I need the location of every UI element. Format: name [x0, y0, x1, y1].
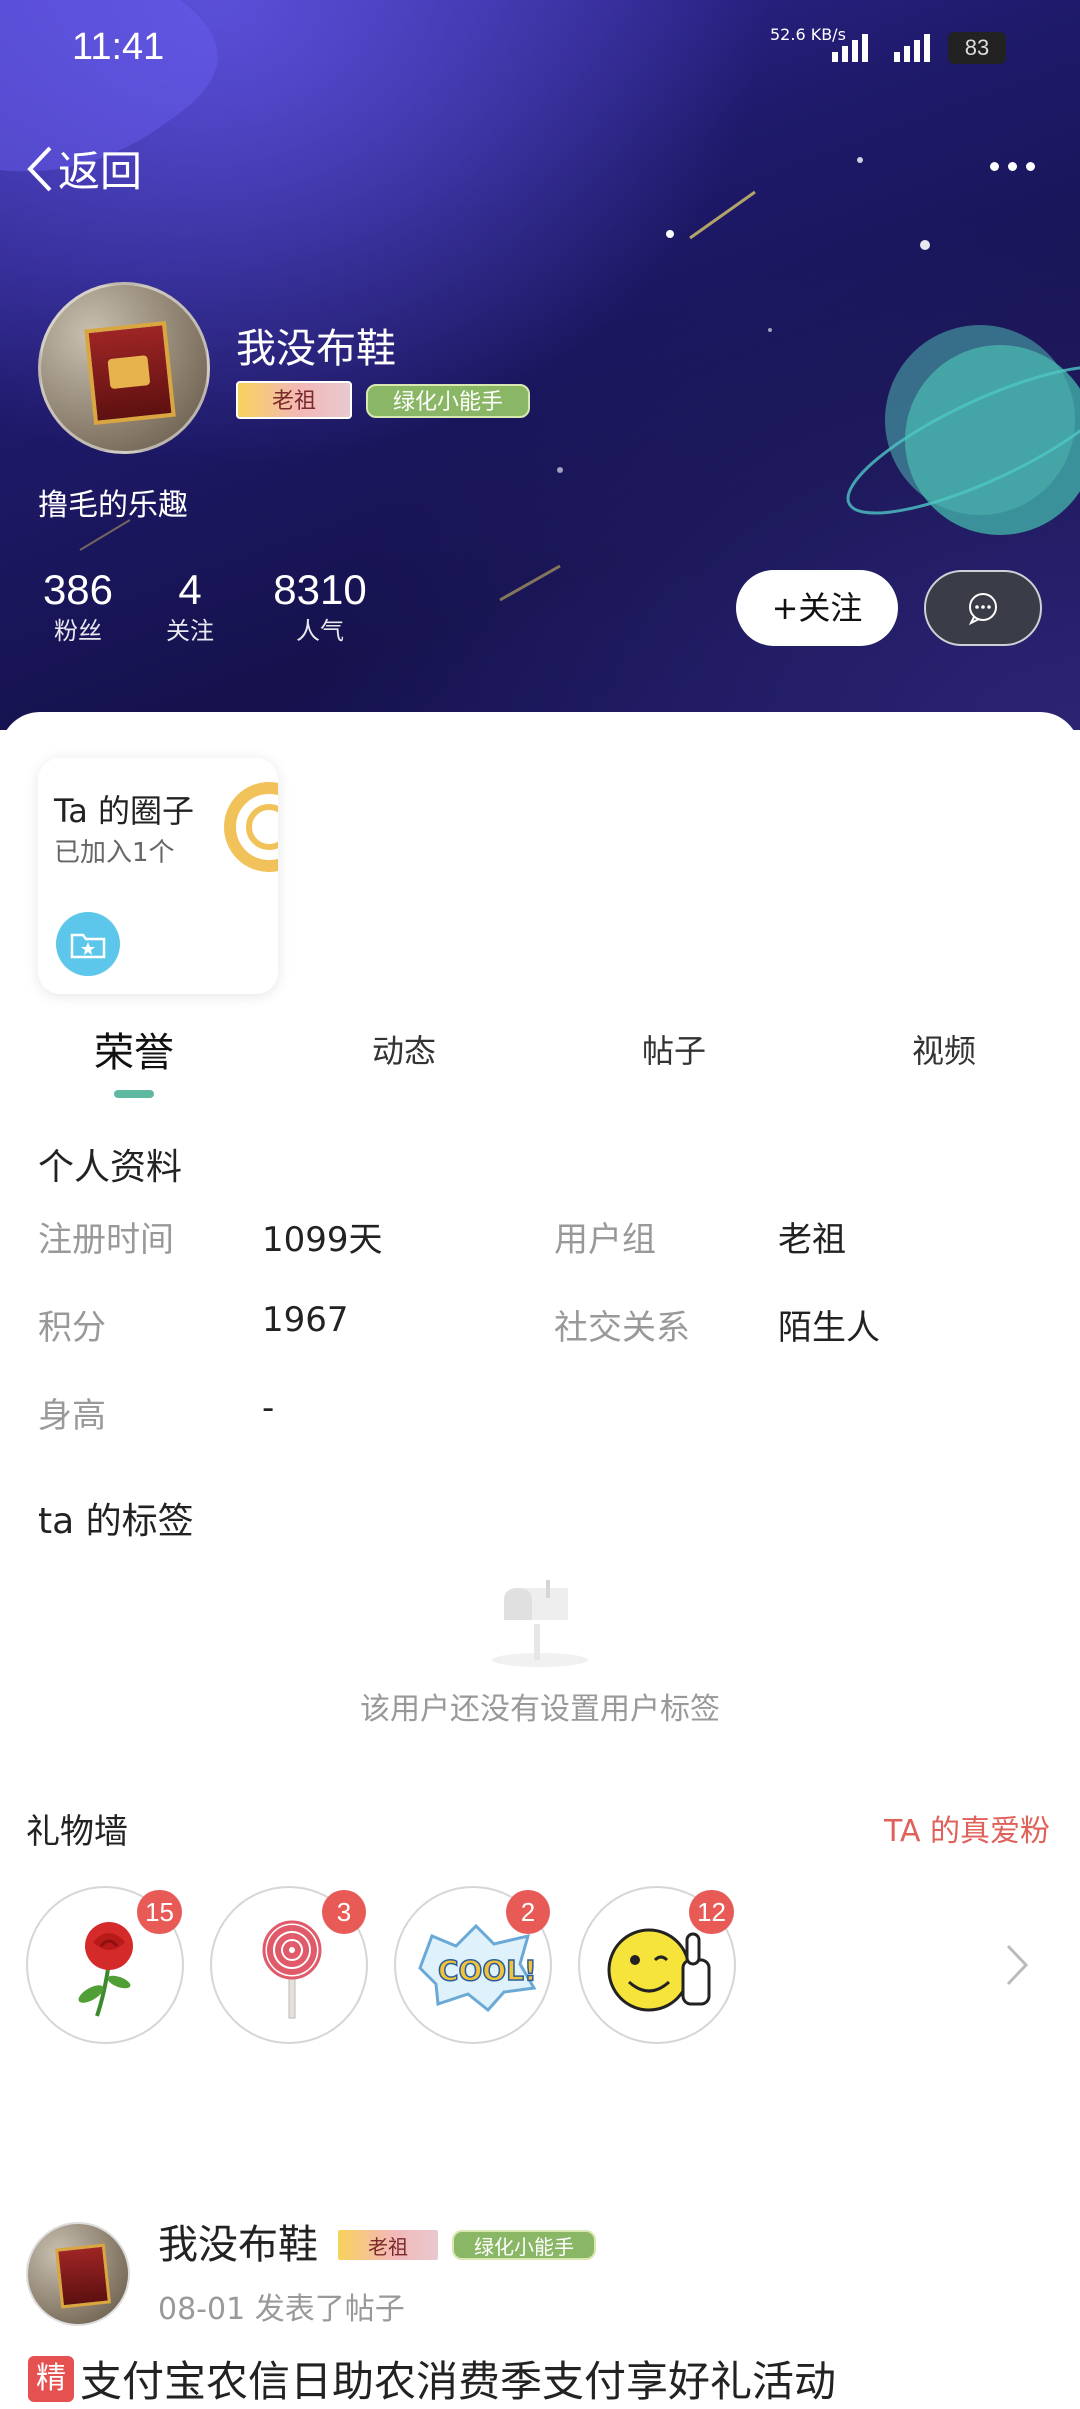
green-helper-badge: 绿化小能手: [366, 384, 530, 418]
stat-value: 386: [42, 566, 114, 613]
user-bio: 撸毛的乐趣: [38, 488, 188, 523]
stat-popularity: 8310 人气: [270, 566, 370, 648]
stat-label: 关注: [166, 617, 214, 645]
cool-sticker-icon: COOL!: [418, 1923, 538, 2012]
info-value: 陌生人: [778, 1308, 880, 1348]
signal-icon: [832, 34, 930, 62]
profile-content: Ta 的圈子 已加入1个 荣誉 动态 帖子 视频 个人资料 注册时间 1099天…: [0, 712, 1080, 2406]
gift-count: 3: [322, 1890, 366, 1934]
active-tab-indicator: [114, 1090, 154, 1098]
status-time: 11:41: [72, 26, 165, 68]
message-button[interactable]: [924, 570, 1042, 646]
stat-value: 4: [178, 566, 202, 613]
stat-fans[interactable]: 386 粉丝: [38, 566, 118, 648]
tab-honor[interactable]: 荣誉: [94, 1020, 174, 1078]
stat-label: 粉丝: [54, 617, 102, 645]
gift-wall-title: 礼物墙: [26, 1812, 128, 1852]
chevron-right-icon[interactable]: [1000, 1940, 1030, 1990]
back-button[interactable]: 返回: [24, 138, 142, 199]
more-menu-button[interactable]: [990, 148, 1050, 184]
status-bar: 11:41 52.6 KB/s 83: [0, 20, 1080, 80]
back-label: 返回: [58, 147, 143, 196]
stat-label: 人气: [296, 617, 344, 645]
tags-title: ta 的标签: [38, 1501, 194, 1542]
rank-badge: 老祖: [336, 2228, 440, 2262]
info-value: 老祖: [778, 1220, 846, 1260]
info-label: 积分: [38, 1308, 106, 1348]
gift-item[interactable]: 12: [578, 1886, 736, 2044]
lollipop-icon: [262, 1920, 322, 2019]
circle-card-subtitle: 已加入1个: [54, 838, 175, 868]
rose-icon: [78, 1922, 133, 2017]
featured-tag: 精: [28, 2355, 74, 2402]
post-meta: 08-01 发表了帖子: [158, 2292, 405, 2327]
info-label: 社交关系: [554, 1308, 690, 1348]
info-value: 1967: [262, 1300, 349, 1340]
post-author-avatar[interactable]: [26, 2222, 130, 2326]
gift-count: 15: [137, 1890, 182, 1934]
gift-item[interactable]: 15: [26, 1886, 184, 2044]
follow-button[interactable]: +关注: [736, 570, 898, 646]
info-label: 身高: [38, 1396, 106, 1436]
folder-star-icon: [56, 912, 120, 976]
svg-text:COOL!: COOL!: [438, 1954, 537, 1987]
chat-bubble-icon: [968, 593, 997, 625]
gift-count: 12: [689, 1890, 734, 1934]
personal-info-title: 个人资料: [38, 1147, 183, 1188]
info-label: 用户组: [554, 1220, 656, 1260]
battery-indicator: 83: [948, 32, 1006, 64]
stat-following[interactable]: 4 关注: [160, 566, 220, 648]
rank-badge: 老祖: [236, 381, 352, 419]
profile-header-background: 11:41 52.6 KB/s 83 返回 我没布鞋 老祖 绿化小能手 撸毛的乐…: [0, 0, 1080, 730]
tab-posts[interactable]: 帖子: [642, 1026, 706, 1072]
circle-card-title: Ta 的圈子: [54, 792, 195, 830]
avatar[interactable]: [38, 282, 210, 454]
green-helper-badge: 绿化小能手: [452, 2230, 596, 2260]
tab-activity[interactable]: 动态: [372, 1026, 436, 1072]
info-value: -: [262, 1388, 275, 1428]
username: 我没布鞋: [236, 326, 396, 372]
empty-mailbox-icon: [492, 1580, 588, 1667]
info-label: 注册时间: [38, 1220, 174, 1260]
true-fans-link[interactable]: TA 的真爱粉: [884, 1806, 1050, 1850]
empty-tags-text: 该用户还没有设置用户标签: [360, 1692, 720, 1727]
chevron-left-icon: [27, 146, 52, 191]
gift-item[interactable]: COOL! 2: [394, 1886, 552, 2044]
stat-value: 8310: [273, 566, 367, 613]
info-value: 1099天: [262, 1220, 383, 1260]
post-author-name[interactable]: 我没布鞋: [158, 2212, 318, 2270]
circle-card[interactable]: Ta 的圈子 已加入1个: [38, 758, 278, 994]
gift-count: 2: [506, 1890, 550, 1934]
tab-videos[interactable]: 视频: [912, 1026, 976, 1072]
profile-tabs: 荣誉 动态 帖子 视频: [0, 1012, 1080, 1098]
gift-item[interactable]: 3: [210, 1886, 368, 2044]
